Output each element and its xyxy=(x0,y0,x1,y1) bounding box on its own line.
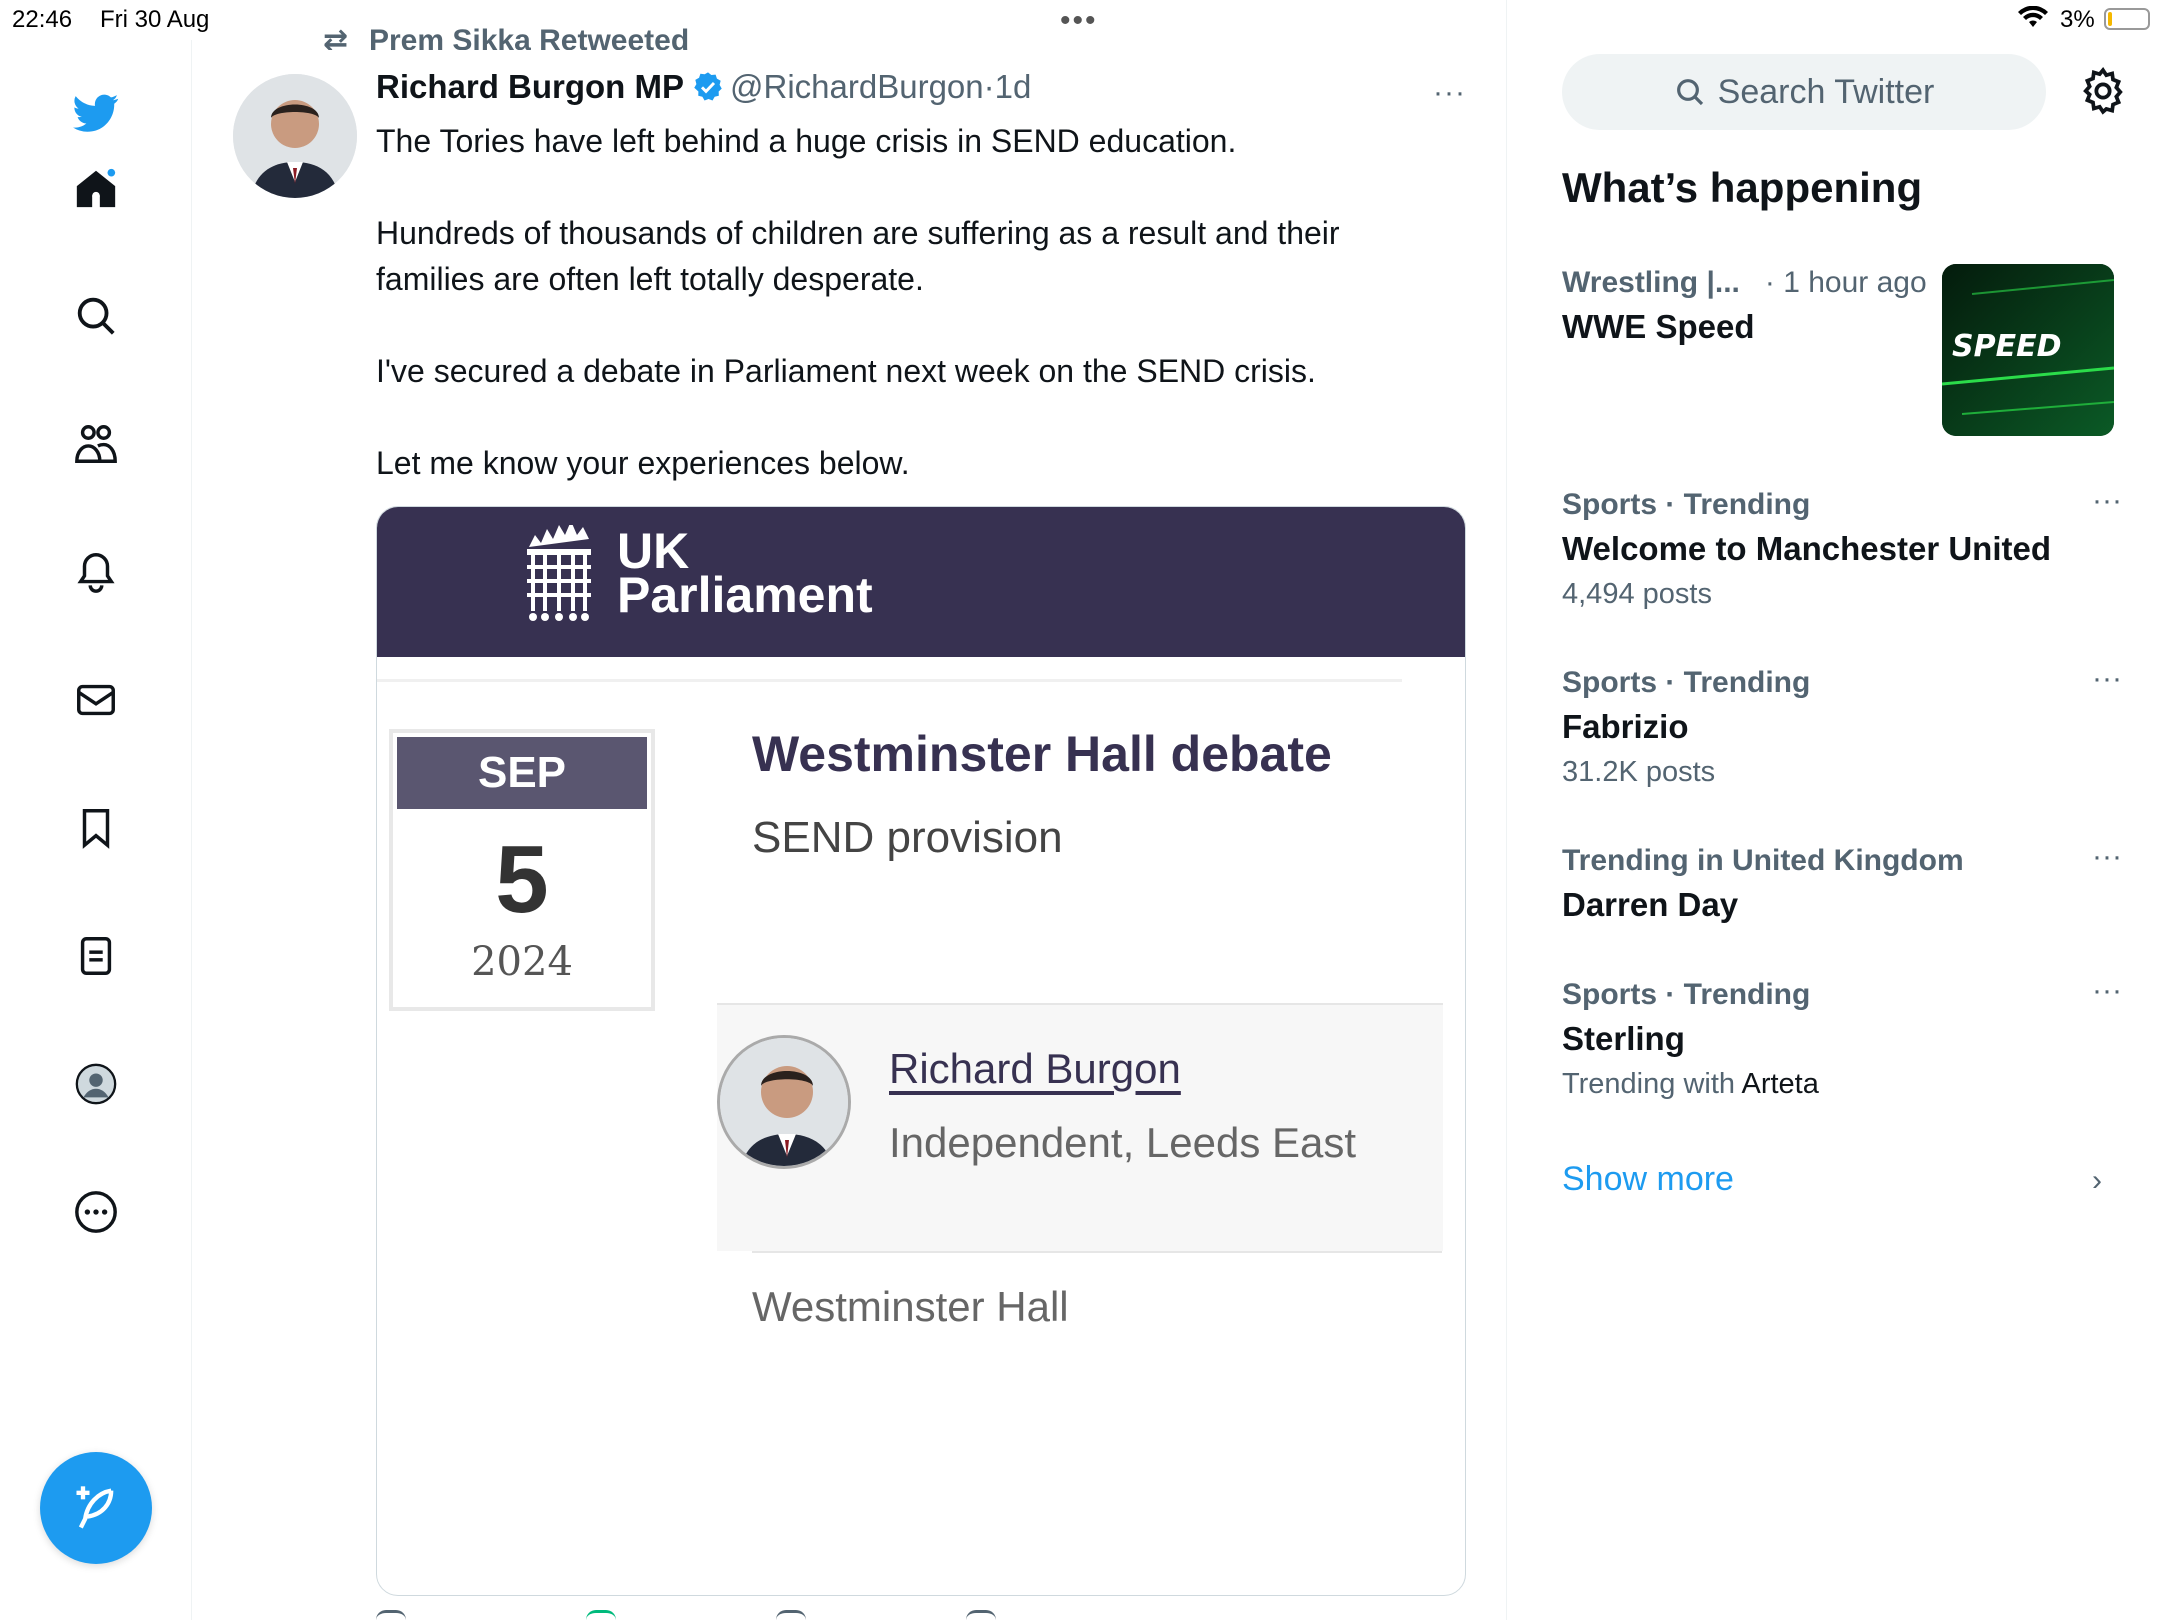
trend-thumbnail[interactable]: SPEED xyxy=(1942,264,2114,436)
member-name-link[interactable]: Richard Burgon xyxy=(889,1045,1181,1093)
trend-category: Sports · Trending xyxy=(1562,666,1811,699)
tweet-media-card[interactable]: UK Parliament SEP 5 2024 Westminster Hal… xyxy=(376,506,1466,1596)
tweet-text: The Tories have left behind a huge crisi… xyxy=(376,118,1436,486)
trend-more-button[interactable]: ··· xyxy=(2092,974,2122,1008)
search-input[interactable]: Search Twitter xyxy=(1562,54,2046,130)
whats-happening-heading: What’s happening xyxy=(1562,164,1923,211)
trend-time: · 1 hour ago xyxy=(1764,266,1927,299)
trend-with-topic[interactable]: Arteta xyxy=(1741,1068,1818,1100)
retweet-indicator[interactable]: ⇄ Prem Sikka Retweeted xyxy=(323,22,689,50)
communities-icon[interactable] xyxy=(70,418,122,470)
like-icon[interactable] xyxy=(776,1610,806,1620)
timeline-column: ⇄ Prem Sikka Retweeted Richard Burgon MP @… xyxy=(193,0,1507,1620)
trend-category: Trending in United Kingdom xyxy=(1562,844,1964,877)
tweet-timestamp[interactable]: 1d xyxy=(995,68,1032,105)
trend-item[interactable]: Sports · Trending Sterling Trending with… xyxy=(1562,974,2122,1101)
trend-count: 4,494 posts xyxy=(1562,578,1712,610)
retweet-icon: ⇄ xyxy=(323,24,349,50)
gear-icon[interactable] xyxy=(2078,66,2128,116)
more-icon[interactable] xyxy=(70,1186,122,1238)
card-divider xyxy=(752,1251,1442,1253)
calendar-month: SEP xyxy=(397,737,647,809)
wordmark-line-parliament: Parliament xyxy=(617,567,873,623)
notifications-icon[interactable] xyxy=(70,546,122,598)
uk-parliament-banner: UK Parliament xyxy=(377,507,1465,657)
home-icon[interactable] xyxy=(70,162,122,214)
debate-title: Westminster Hall debate xyxy=(752,726,1332,782)
trend-count: 31.2K posts xyxy=(1562,756,1716,788)
trend-topic: Welcome to Manchester United xyxy=(1562,530,2051,567)
debate-venue: Westminster Hall xyxy=(752,1283,1069,1330)
author-handle[interactable]: @RichardBurgon xyxy=(730,68,984,105)
compose-button[interactable] xyxy=(40,1452,152,1564)
search-icon xyxy=(1676,79,1703,106)
trend-item[interactable]: Trending in United Kingdom Darren Day ··… xyxy=(1562,840,2122,924)
calendar-day: 5 xyxy=(495,826,549,933)
tweet-paragraph: I've secured a debate in Parliament next… xyxy=(376,353,1316,389)
trend-topic: Sterling xyxy=(1562,1020,1685,1057)
tweet-paragraph: The Tories have left behind a huge crisi… xyxy=(376,123,1237,159)
trend-more-button[interactable]: ··· xyxy=(2092,662,2122,696)
chevron-right-icon[interactable]: › xyxy=(2092,1164,2102,1198)
uk-parliament-wordmark: UK Parliament xyxy=(617,526,873,623)
search-icon[interactable] xyxy=(70,290,122,342)
retweet-action-icon[interactable] xyxy=(586,1610,616,1620)
retweet-label: Prem Sikka Retweeted xyxy=(369,24,690,50)
show-more-link[interactable]: Show more xyxy=(1562,1160,1734,1199)
tweet-header: Richard Burgon MP @RichardBurgon·1d xyxy=(376,68,1031,106)
lists-icon[interactable] xyxy=(70,930,122,982)
trend-item[interactable]: Sports · Trending Fabrizio 31.2K posts ·… xyxy=(1562,662,2122,789)
profile-icon[interactable] xyxy=(70,1058,122,1110)
bookmarks-icon[interactable] xyxy=(70,802,122,854)
left-navigation xyxy=(0,40,192,1620)
author-name[interactable]: Richard Burgon MP xyxy=(376,68,684,105)
verified-badge-icon xyxy=(694,72,722,101)
status-time: 22:46 xyxy=(12,6,73,33)
calendar-year: 2024 xyxy=(471,939,573,985)
trend-topic: Darren Day xyxy=(1562,886,1739,923)
trend-category: Sports · Trending xyxy=(1562,488,1811,521)
card-divider xyxy=(377,679,1402,682)
share-icon[interactable] xyxy=(966,1610,996,1620)
tweet-paragraph: Let me know your experiences below. xyxy=(376,445,910,481)
trend-category: Wrestling |... xyxy=(1562,266,1740,299)
search-placeholder: Search Twitter xyxy=(1717,72,1935,111)
calendar-date: SEP 5 2024 xyxy=(389,729,655,1011)
trend-category: Sports · Trending xyxy=(1562,978,1811,1011)
tweet-more-button[interactable]: ··· xyxy=(1433,76,1466,110)
tweet-actions xyxy=(376,1610,1176,1620)
member-avatar xyxy=(717,1035,851,1169)
trend-more-button[interactable]: ··· xyxy=(2092,840,2122,874)
member-party: Independent, Leeds East xyxy=(889,1119,1357,1166)
trend-item[interactable]: Sports · Trending Welcome to Manchester … xyxy=(1562,484,2122,611)
right-sidebar: Search Twitter What’s happening Wrestlin… xyxy=(1508,0,2160,1620)
author-avatar[interactable] xyxy=(233,74,357,198)
trend-topic: Fabrizio xyxy=(1562,708,1689,745)
member-panel: Richard Burgon Independent, Leeds East xyxy=(717,1003,1443,1251)
reply-icon[interactable] xyxy=(376,1610,406,1620)
meta-separator: · xyxy=(983,68,995,105)
trend-with-label: Trending with xyxy=(1562,1068,1736,1100)
trend-more-button[interactable]: ··· xyxy=(2092,484,2122,518)
tweet-paragraph: Hundreds of thousands of children are su… xyxy=(376,215,1340,297)
trend-count: Trending with Arteta xyxy=(1562,1068,2122,1101)
debate-subject: SEND provision xyxy=(752,813,1063,862)
portcullis-logo-icon xyxy=(527,525,591,621)
twitter-logo-icon[interactable] xyxy=(70,86,122,138)
messages-icon[interactable] xyxy=(70,674,122,726)
trend-image-label: SPEED xyxy=(1952,329,2061,364)
compose-icon xyxy=(76,1486,114,1529)
